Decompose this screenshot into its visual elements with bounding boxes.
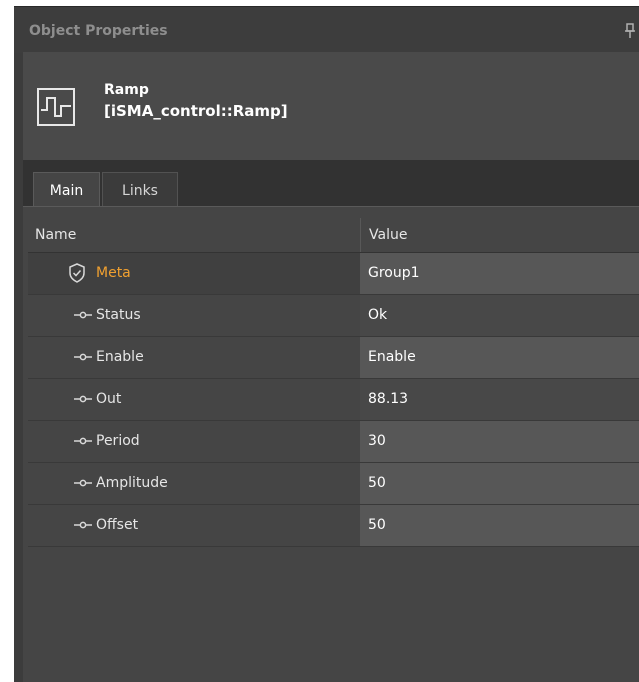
property-name: Meta [96, 265, 131, 281]
property-name: Out [96, 391, 122, 407]
object-properties-panel: Object Properties Ramp [iSMA_control::Ra… [14, 6, 639, 682]
slot-icon [74, 353, 92, 361]
property-value[interactable]: Enable [360, 337, 639, 378]
name-cell: Period [28, 421, 360, 462]
name-cell: Enable [28, 337, 360, 378]
column-header-value[interactable]: Value [360, 218, 639, 252]
property-row-offset[interactable]: Offset 50 [28, 505, 639, 547]
property-row-meta[interactable]: Meta Group1 [28, 253, 639, 295]
name-cell: Out [28, 379, 360, 420]
object-type: [iSMA_control::Ramp] [104, 102, 288, 120]
properties-content: Name Value Meta Group1 Status Ok Enable … [23, 206, 639, 682]
grid-header: Name Value [28, 218, 639, 253]
property-value[interactable]: 30 [360, 421, 639, 462]
tab-links[interactable]: Links [102, 172, 178, 208]
property-name: Period [96, 433, 140, 449]
tab-main[interactable]: Main [33, 172, 100, 208]
property-value[interactable]: 50 [360, 505, 639, 546]
column-header-name[interactable]: Name [35, 218, 76, 252]
panel-title: Object Properties [29, 23, 168, 39]
property-value[interactable]: Ok [360, 295, 639, 336]
slot-icon [74, 521, 92, 529]
property-name: Offset [96, 517, 139, 533]
name-cell: Status [28, 295, 360, 336]
slot-icon [74, 437, 92, 445]
property-row-out[interactable]: Out 88.13 [28, 379, 639, 421]
name-cell: Amplitude [28, 463, 360, 504]
property-row-enable[interactable]: Enable Enable [28, 337, 639, 379]
property-name: Amplitude [96, 475, 168, 491]
tab-strip: Main Links [23, 160, 639, 208]
property-row-amplitude[interactable]: Amplitude 50 [28, 463, 639, 505]
property-value[interactable]: 88.13 [360, 379, 639, 420]
property-row-status[interactable]: Status Ok [28, 295, 639, 337]
property-value[interactable]: Group1 [360, 253, 639, 294]
slot-icon [74, 311, 92, 319]
name-cell: Meta [28, 253, 360, 294]
pin-icon[interactable] [625, 23, 635, 39]
object-name: Ramp [104, 82, 149, 98]
slot-icon [74, 479, 92, 487]
property-value[interactable]: 50 [360, 463, 639, 504]
property-row-period[interactable]: Period 30 [28, 421, 639, 463]
shield-icon [69, 263, 85, 283]
object-header: Ramp [iSMA_control::Ramp] [23, 52, 639, 160]
property-name: Status [96, 307, 141, 323]
name-cell: Offset [28, 505, 360, 546]
panel-titlebar: Object Properties [14, 6, 639, 53]
property-name: Enable [96, 349, 144, 365]
ramp-icon [37, 88, 75, 126]
slot-icon [74, 395, 92, 403]
property-grid: Name Value Meta Group1 Status Ok Enable … [28, 218, 639, 547]
